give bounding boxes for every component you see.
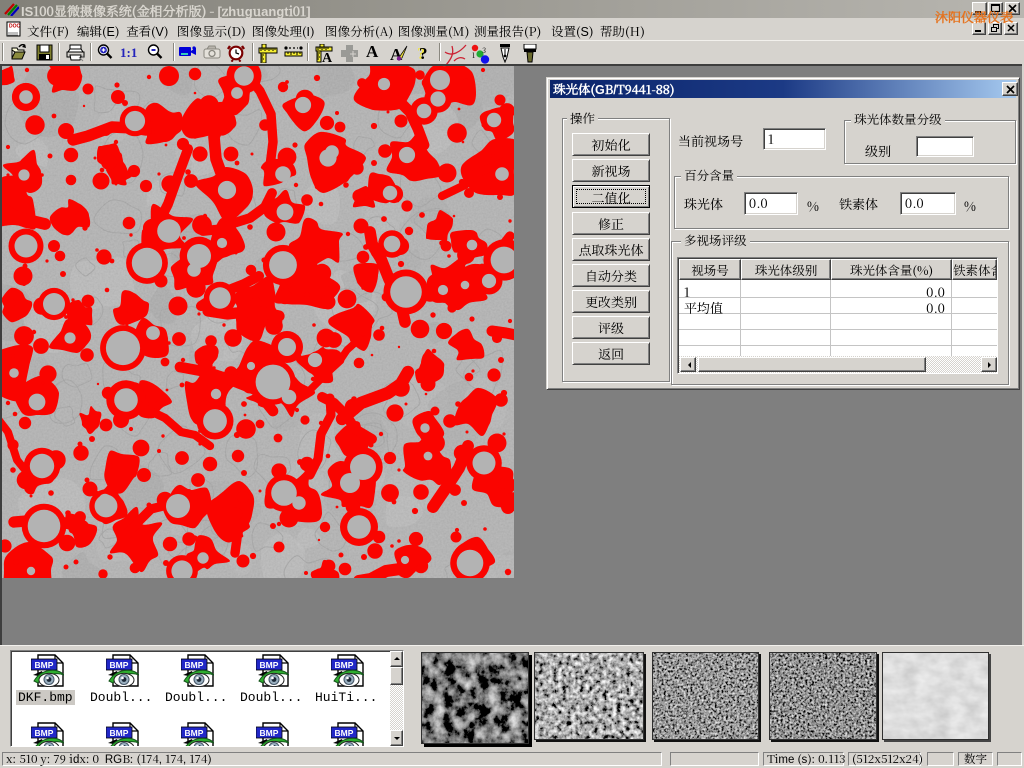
svg-text:DOC: DOC (9, 24, 21, 30)
svg-text:?: ? (419, 44, 428, 62)
svg-text:3: 3 (482, 46, 486, 56)
svg-text:1: 1 (472, 51, 475, 61)
svg-text:A: A (322, 51, 333, 63)
